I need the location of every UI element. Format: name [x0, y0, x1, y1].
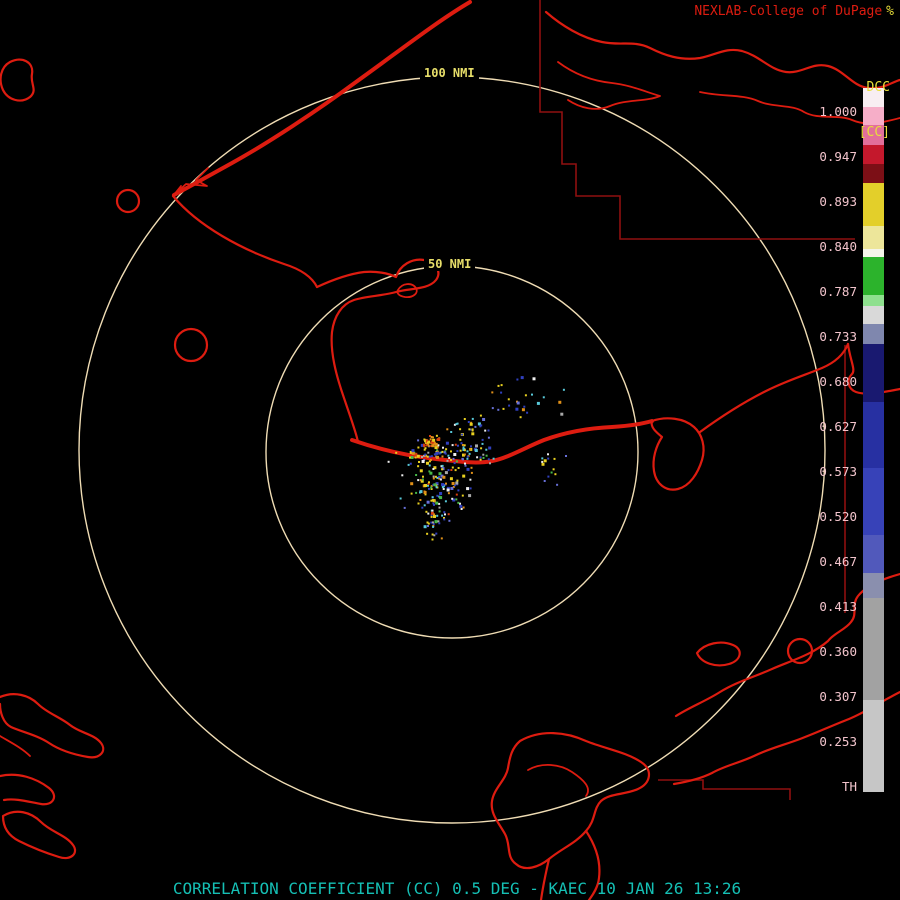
colorbar-segment — [863, 344, 884, 402]
colorbar-segment — [863, 324, 884, 344]
colorbar-tick-label: 0.627 — [819, 419, 857, 434]
colorbar-tick-label: 0.253 — [819, 734, 857, 749]
colorbar-scale: 1.000 0.947 0.893 0.840 0.787 0.733 0.680 0.627… — [787, 0, 857, 900]
colorbar-segment — [863, 226, 884, 249]
colorbar-segment — [863, 295, 884, 306]
coastline-path — [650, 417, 705, 491]
colorbar-tick-label: 1.000 — [819, 104, 857, 119]
coastline-path — [172, 0, 472, 197]
colorbar-tick-label: 0.360 — [819, 644, 857, 659]
colorbar-segment — [863, 573, 884, 598]
colorbar-tick-label: 0.840 — [819, 239, 857, 254]
product-units: [CC] — [858, 125, 890, 140]
range-ring-label-100: 100 NMI — [420, 66, 479, 80]
colorbar-tick-label: 0.467 — [819, 554, 857, 569]
coastline-path — [315, 258, 440, 444]
range-ring-label-50: 50 NMI — [424, 257, 476, 271]
coastline-path — [350, 419, 654, 465]
colorbar-tick-label: 0.680 — [819, 374, 857, 389]
coastline-path — [0, 693, 105, 759]
colorbar-segment — [863, 700, 884, 792]
range-ring-100nmi — [78, 76, 826, 824]
radar-map — [0, 0, 900, 900]
coastline-path — [557, 61, 661, 110]
coastline-path — [0, 735, 31, 757]
colorbar-tick-label: 0.787 — [819, 284, 857, 299]
island-outline — [115, 188, 141, 214]
colorbar-tick-label: 0.520 — [819, 509, 857, 524]
title-badge: % — [886, 4, 894, 19]
colorbar-segment — [863, 598, 884, 700]
colorbar-tick-label: 0.893 — [819, 194, 857, 209]
colorbar-segment — [863, 402, 884, 468]
coastline-path — [172, 167, 209, 197]
colorbar-segment — [863, 257, 884, 295]
product-caption: CORRELATION COEFFICIENT (CC) 0.5 DEG - K… — [172, 879, 742, 898]
island-outline — [1, 810, 77, 860]
colorbar-tick-label: 0.733 — [819, 329, 857, 344]
colorbar-tick-label: 0.307 — [819, 689, 857, 704]
product-code: DCC — [866, 80, 890, 95]
radar-display: 100 NMI 50 NMI NEXLAB-College of DuPage%… — [0, 0, 900, 900]
legend-heading: DCC [CC] — [859, 50, 890, 170]
colorbar-tick-label: 0.413 — [819, 599, 857, 614]
island-outline — [0, 58, 35, 102]
colorbar-segment — [863, 306, 884, 324]
colorbar-segment — [863, 249, 884, 257]
radar-echo-layer — [387, 376, 567, 541]
lagoon-outline — [490, 731, 650, 870]
colorbar-tick-label: 0.573 — [819, 464, 857, 479]
island-outline — [695, 641, 741, 667]
colorbar-segment — [863, 468, 884, 535]
coastline-path — [0, 773, 56, 806]
island-outline — [173, 327, 209, 363]
colorbar-tick-label: TH — [841, 779, 857, 794]
coastline-path — [527, 764, 589, 797]
colorbar-segment — [863, 183, 884, 226]
colorbar-segment — [863, 535, 884, 573]
colorbar — [863, 88, 884, 792]
coastline-path — [171, 194, 319, 289]
colorbar-tick-label: 0.947 — [819, 149, 857, 164]
